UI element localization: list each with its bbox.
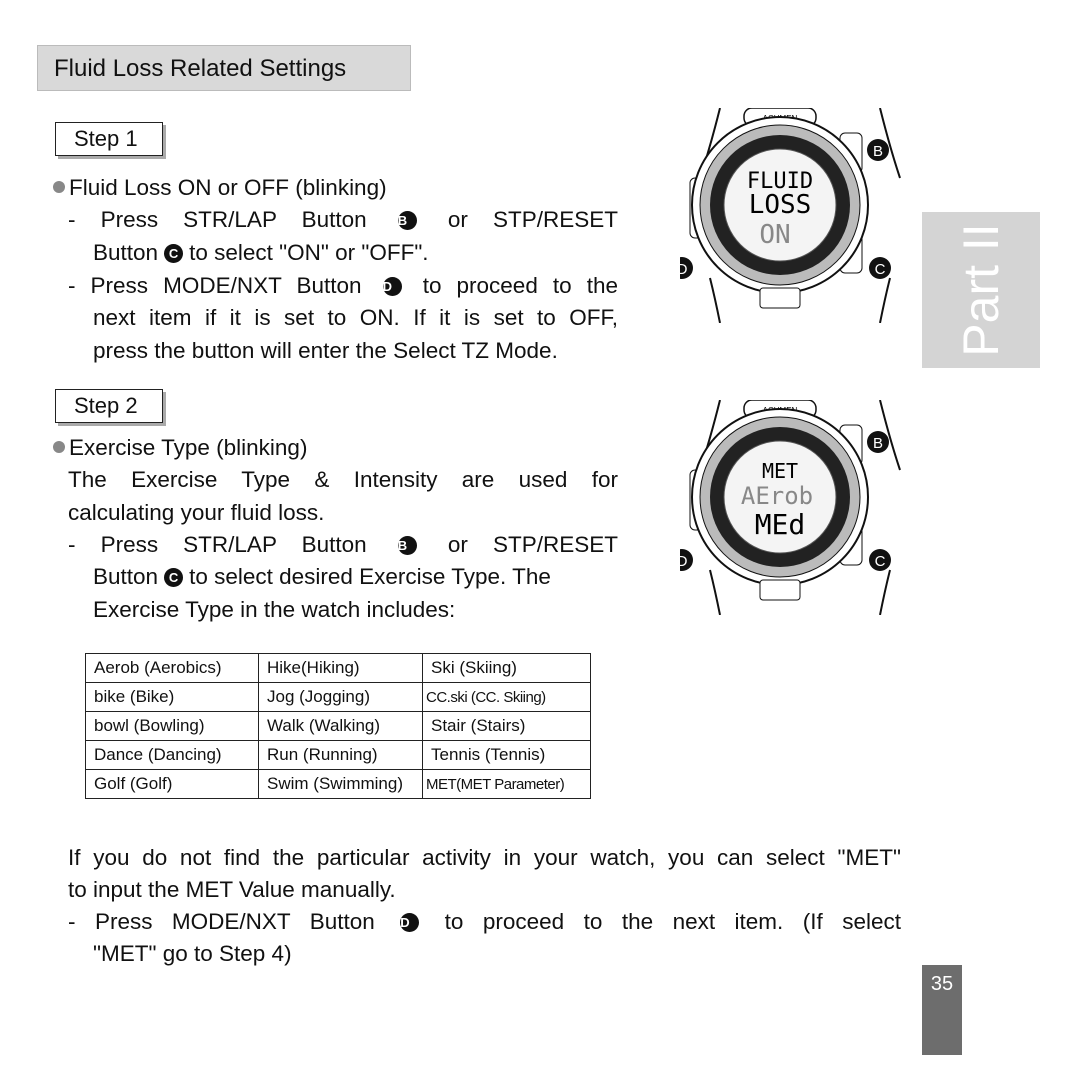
step2-line: - Press STR/LAP Button B or STP/RESET bbox=[68, 530, 618, 560]
table-cell: Hike(Hiking) bbox=[258, 653, 423, 683]
text: - Press MODE/NXT Button bbox=[68, 273, 362, 298]
button-c-icon: C bbox=[164, 244, 184, 263]
table-cell: bike (Bike) bbox=[85, 682, 259, 712]
table-row: Golf (Golf) Swim (Swimming) MET(MET Parame… bbox=[85, 769, 591, 799]
table-cell: Walk (Walking) bbox=[258, 711, 423, 741]
step1-bullet: Fluid Loss ON or OFF (blinking) bbox=[53, 173, 387, 203]
label-d: D bbox=[680, 261, 688, 278]
table-cell: Jog (Jogging) bbox=[258, 682, 423, 712]
text: Button bbox=[93, 240, 159, 265]
table-cell: Ski (Skiing) bbox=[422, 653, 591, 683]
watch-illustration-exercise-type: ACUMEN MET AErob MEd B C D bbox=[680, 400, 901, 615]
text: Button bbox=[93, 564, 159, 589]
label-d: D bbox=[680, 553, 688, 570]
watch-display-line: AErob bbox=[741, 482, 813, 510]
watch-illustration-fluid-loss: ACUMEN FLUID LOSS ON B C D bbox=[680, 108, 901, 323]
label-b: B bbox=[873, 435, 883, 452]
bullet-icon bbox=[53, 441, 65, 453]
button-d-icon: D bbox=[382, 277, 402, 296]
text: to select "ON" or "OFF". bbox=[189, 240, 429, 265]
bottom-line: "MET" go to Step 4) bbox=[93, 941, 292, 966]
table-cell: MET(MET Parameter) bbox=[422, 769, 591, 799]
step1-line: press the button will enter the Select T… bbox=[93, 338, 558, 363]
part-tab: Part II bbox=[922, 212, 1040, 368]
watch-display-line: MEd bbox=[755, 508, 806, 541]
watch-display-line: MET bbox=[762, 459, 798, 483]
step1-line: - Press MODE/NXT Button D to proceed to … bbox=[68, 271, 618, 301]
text: to select desired Exercise Type. The bbox=[189, 564, 551, 589]
label-c: C bbox=[875, 261, 886, 278]
table-cell: Run (Running) bbox=[258, 740, 423, 770]
part-label: Part II bbox=[953, 223, 1009, 357]
label-c: C bbox=[875, 553, 886, 570]
text: to proceed to the bbox=[422, 273, 618, 298]
watch-display-line: LOSS bbox=[749, 190, 812, 220]
button-c-icon: C bbox=[164, 568, 184, 587]
watch-display-line: ON bbox=[759, 220, 790, 250]
step-1-label: Step 1 bbox=[55, 122, 163, 156]
table-row: Aerob (Aerobics) Hike(Hiking) Ski (Skiing) bbox=[85, 653, 591, 683]
section-header: Fluid Loss Related Settings bbox=[37, 45, 411, 91]
step1-line: - Press STR/LAP Button B or STP/RESET bbox=[68, 205, 618, 235]
bullet-icon bbox=[53, 181, 65, 193]
step-2-label: Step 2 bbox=[55, 389, 163, 423]
text: - Press MODE/NXT Button bbox=[68, 909, 375, 934]
step2-line: The Exercise Type & Intensity are used f… bbox=[68, 467, 618, 492]
bottom-line: If you do not find the particular activi… bbox=[68, 845, 901, 870]
bullet-text: Fluid Loss ON or OFF (blinking) bbox=[69, 175, 387, 200]
bottom-line: - Press MODE/NXT Button D to proceed to … bbox=[68, 907, 901, 937]
table-cell: bowl (Bowling) bbox=[85, 711, 259, 741]
bottom-line: to input the MET Value manually. bbox=[68, 877, 396, 902]
table-cell: Stair (Stairs) bbox=[422, 711, 591, 741]
table-cell: Tennis (Tennis) bbox=[422, 740, 591, 770]
table-row: Dance (Dancing) Run (Running) Tennis (Tenn… bbox=[85, 740, 591, 770]
step2-line: calculating your fluid loss. bbox=[68, 500, 325, 525]
table-row: bike (Bike) Jog (Jogging) CC.ski (CC. Skii… bbox=[85, 682, 591, 712]
text: - Press STR/LAP Button bbox=[68, 532, 367, 557]
page-number: 35 bbox=[922, 965, 962, 1055]
step2-bullet: Exercise Type (blinking) bbox=[53, 433, 307, 463]
text: or STP/RESET bbox=[447, 532, 618, 557]
step1-line: next item if it is set to ON. If it is s… bbox=[93, 305, 618, 330]
table-cell: CC.ski (CC. Skiing) bbox=[422, 682, 591, 712]
table-cell: Aerob (Aerobics) bbox=[85, 653, 259, 683]
exercise-type-table: Aerob (Aerobics) Hike(Hiking) Ski (Skiing)… bbox=[85, 653, 591, 799]
text: or STP/RESET bbox=[447, 207, 618, 232]
text: to proceed to the next item. (If select bbox=[444, 909, 901, 934]
button-b-icon: B bbox=[397, 536, 417, 555]
step1-line: Button Cto select "ON" or "OFF". bbox=[93, 238, 429, 268]
manual-page: Fluid Loss Related Settings Step 1 Fluid… bbox=[0, 0, 1080, 1080]
table-cell: Swim (Swimming) bbox=[258, 769, 423, 799]
bullet-text: Exercise Type (blinking) bbox=[69, 435, 308, 460]
table-cell: Golf (Golf) bbox=[85, 769, 259, 799]
step2-line: Button Cto select desired Exercise Type. … bbox=[93, 562, 551, 592]
label-b: B bbox=[873, 143, 883, 160]
button-b-icon: B bbox=[397, 211, 417, 230]
table-cell: Dance (Dancing) bbox=[85, 740, 259, 770]
table-row: bowl (Bowling) Walk (Walking) Stair (Stair… bbox=[85, 711, 591, 741]
step2-line: Exercise Type in the watch includes: bbox=[93, 597, 456, 622]
text: - Press STR/LAP Button bbox=[68, 207, 367, 232]
button-d-icon: D bbox=[400, 913, 420, 932]
